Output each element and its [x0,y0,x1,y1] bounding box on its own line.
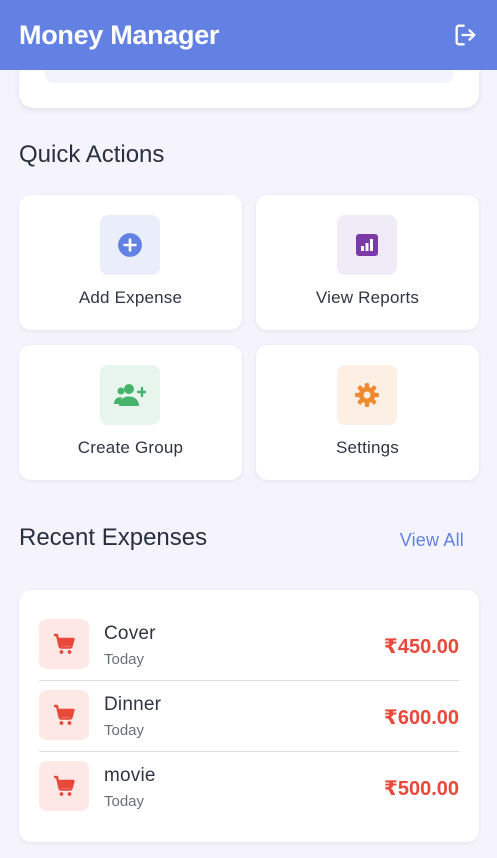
settings-button[interactable]: Settings [256,345,479,480]
expense-icon-box [39,761,89,811]
recent-expenses-list: Cover Today ₹450.00 Dinner Today ₹600.00 [19,590,479,842]
cart-icon [54,704,75,725]
create-group-label: Create Group [77,438,184,457]
expense-name: movie [104,765,156,786]
cart-icon [54,775,75,796]
quick-actions-title: Quick Actions [19,141,165,168]
expense-name: Dinner [104,694,162,715]
create-group-icon-box [100,365,160,425]
view-all-link[interactable]: View All [400,530,464,551]
expense-date: Today [104,651,145,668]
expense-item[interactable]: movie Today ₹500.00 [39,752,459,823]
gear-icon [355,383,379,407]
view-reports-label: View Reports [315,288,420,307]
expense-amount: ₹500.00 [383,778,459,800]
cart-icon [54,633,75,654]
view-reports-icon-box [337,215,397,275]
expense-item[interactable]: Dinner Today ₹600.00 [39,681,459,752]
expense-name: Cover [104,623,156,644]
recent-expenses-title: Recent Expenses [19,524,208,551]
add-circle-icon [118,233,142,257]
logout-button[interactable] [450,19,482,51]
bar-chart-icon [356,234,378,256]
create-group-button[interactable]: Create Group [19,345,242,480]
expense-icon-box [39,619,89,669]
logout-icon [455,24,476,46]
settings-label: Settings [335,438,400,457]
app-title: Money Manager [19,19,220,50]
view-reports-button[interactable]: View Reports [256,195,479,330]
group-add-icon [114,384,146,406]
add-expense-icon-box [100,215,160,275]
expense-date: Today [104,793,145,810]
settings-icon-box [337,365,397,425]
expense-amount: ₹600.00 [383,707,459,729]
app-bar: Money Manager [0,0,497,70]
expense-item[interactable]: Cover Today ₹450.00 [39,610,459,681]
expense-icon-box [39,690,89,740]
add-expense-label: Add Expense [78,288,183,307]
expense-amount: ₹450.00 [383,636,459,658]
expense-date: Today [104,722,145,739]
add-expense-button[interactable]: Add Expense [19,195,242,330]
